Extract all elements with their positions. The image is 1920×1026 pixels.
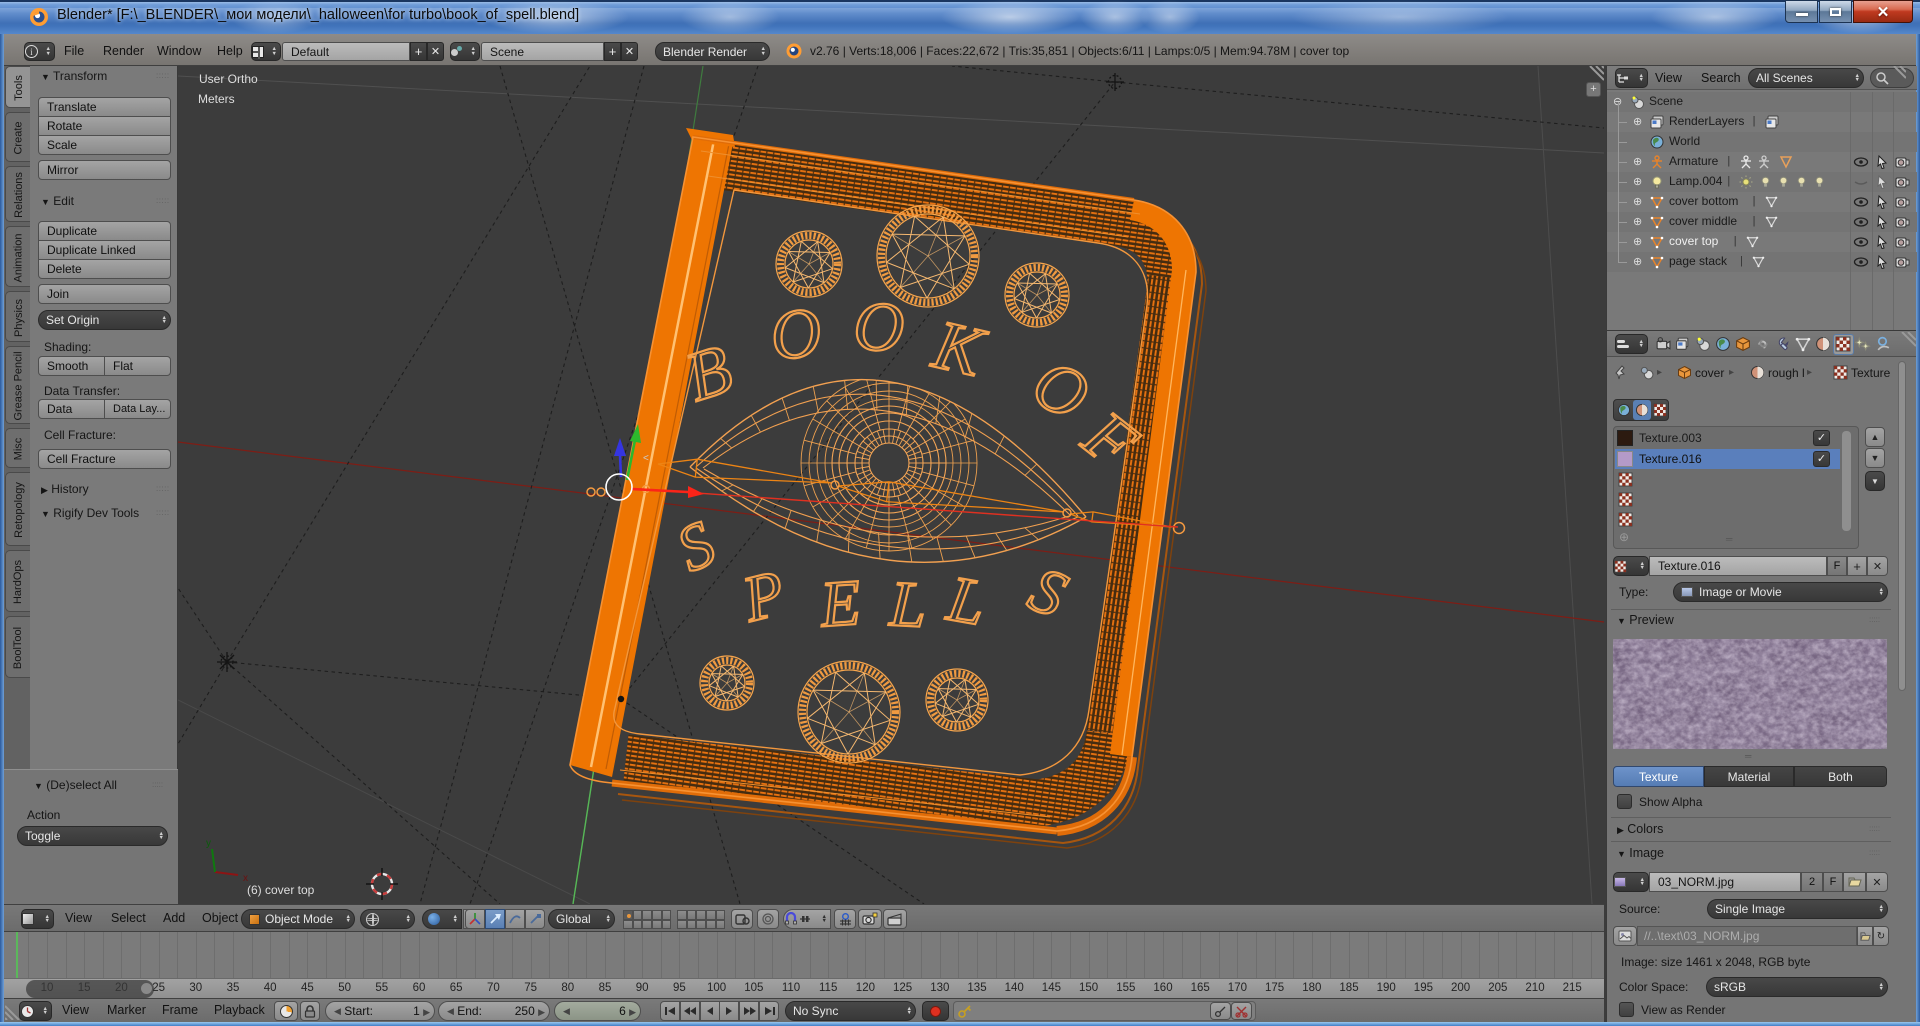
svg-text:O: O <box>852 288 905 367</box>
svg-text:O: O <box>765 293 826 376</box>
svg-text:L: L <box>887 568 928 642</box>
svg-text:E: E <box>817 567 863 642</box>
svg-text:y: y <box>206 838 211 849</box>
svg-text:<: < <box>643 453 649 464</box>
